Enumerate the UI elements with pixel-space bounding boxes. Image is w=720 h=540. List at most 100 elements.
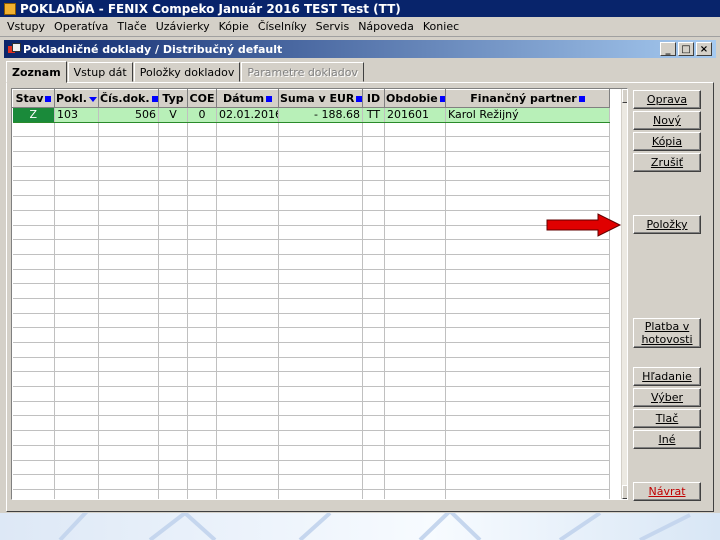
tlac-button[interactable]: Tlač: [633, 409, 701, 428]
empty-table-row[interactable]: [12, 313, 610, 329]
empty-cell-datum: [216, 415, 279, 432]
cell-suma: - 188.68: [278, 107, 363, 123]
empty-table-row[interactable]: [12, 122, 610, 138]
zrusit-button[interactable]: Zrušiť: [633, 153, 701, 172]
empty-table-row[interactable]: [12, 430, 610, 446]
tab-vstup-dat[interactable]: Vstup dát: [67, 62, 133, 82]
navrat-button[interactable]: Návrat: [633, 482, 701, 501]
empty-table-row[interactable]: [12, 136, 610, 153]
tab-polozky-dokladov[interactable]: Položky dokladov: [133, 62, 241, 82]
empty-cell-suma: [278, 136, 363, 153]
empty-table-row[interactable]: [12, 283, 610, 299]
menu-koniec[interactable]: Koniec: [420, 20, 465, 33]
column-header-financny-partner[interactable]: Finančný partner: [445, 89, 610, 108]
menu-tlace[interactable]: Tlače: [114, 20, 152, 33]
empty-cell-coe: [187, 254, 217, 270]
empty-table-row[interactable]: [12, 254, 610, 270]
close-button[interactable]: ×: [696, 42, 712, 56]
empty-table-row[interactable]: [12, 298, 610, 314]
empty-cell-cis-dok: [98, 151, 159, 167]
oprava-button[interactable]: Oprava: [633, 90, 701, 109]
menu-ciselniky[interactable]: Číselníky: [255, 20, 313, 33]
table-row[interactable]: Z 103 506 V 0 02.01.2016 - 188.68 TT 201…: [12, 107, 610, 123]
empty-table-row[interactable]: [12, 342, 610, 358]
polozky-button[interactable]: Položky: [633, 215, 701, 234]
column-header-datum[interactable]: Dátum: [216, 89, 279, 108]
empty-table-row[interactable]: [12, 225, 610, 241]
tab-zoznam[interactable]: Zoznam: [6, 61, 67, 83]
empty-table-row[interactable]: [12, 474, 610, 490]
empty-table-row[interactable]: [12, 445, 610, 461]
empty-table-row[interactable]: [12, 386, 610, 402]
empty-table-row[interactable]: [12, 180, 610, 197]
empty-cell-datum: [216, 430, 279, 446]
menu-kopie[interactable]: Kópie: [216, 20, 255, 33]
empty-table-row[interactable]: [12, 269, 610, 285]
empty-cell-coe: [187, 415, 217, 432]
empty-cell-cis-dok: [98, 474, 159, 490]
empty-cell-typ: [158, 195, 188, 211]
empty-cell-id: [362, 122, 385, 138]
column-header-typ[interactable]: Typ: [158, 89, 188, 108]
empty-table-row[interactable]: [12, 327, 610, 343]
empty-cell-coe: [187, 430, 217, 446]
menu-servis[interactable]: Servis: [313, 20, 356, 33]
column-header-obdobie[interactable]: Obdobie: [384, 89, 446, 108]
empty-table-row[interactable]: [12, 371, 610, 388]
empty-cell-datum: [216, 357, 279, 373]
menu-operativa[interactable]: Operatíva: [51, 20, 114, 33]
empty-table-row[interactable]: [12, 357, 610, 373]
empty-cell-suma: [278, 180, 363, 197]
empty-cell-pokl: [54, 298, 99, 314]
column-header-stav[interactable]: Stav: [12, 89, 55, 108]
menu-napoveda[interactable]: Nápoveda: [355, 20, 420, 33]
empty-cell-pokl: [54, 313, 99, 329]
empty-cell-obdobie: [384, 122, 446, 138]
empty-table-row[interactable]: [12, 460, 610, 476]
restore-button[interactable]: □: [678, 42, 694, 56]
empty-table-row[interactable]: [12, 195, 610, 211]
empty-table-row[interactable]: [12, 239, 610, 255]
vyber-button[interactable]: Výber: [633, 388, 701, 407]
vertical-scrollbar[interactable]: ▲ ▼: [621, 89, 627, 499]
minimize-button[interactable]: _: [660, 42, 676, 56]
empty-cell-pokl: [54, 327, 99, 343]
hladanie-button[interactable]: Hľadanie: [633, 367, 701, 386]
ine-button[interactable]: Iné: [633, 430, 701, 449]
empty-cell-obdobie: [384, 210, 446, 226]
scroll-up-icon[interactable]: ▲: [622, 89, 627, 103]
column-header-suma[interactable]: Suma v EUR: [278, 89, 363, 108]
column-header-coe[interactable]: COE: [187, 89, 217, 108]
empty-cell-financny-partner: [445, 474, 610, 490]
empty-table-row[interactable]: [12, 151, 610, 167]
platba-v-hotovosti-button[interactable]: Platba v hotovosti: [633, 318, 701, 348]
menu-vstupy[interactable]: Vstupy: [4, 20, 51, 33]
empty-cell-datum: [216, 298, 279, 314]
empty-table-row[interactable]: [12, 415, 610, 432]
empty-cell-typ: [158, 210, 188, 226]
empty-cell-id: [362, 254, 385, 270]
column-header-cis-dok[interactable]: Čís.dok.: [98, 89, 159, 108]
column-header-pokl[interactable]: Pokl.: [54, 89, 99, 108]
novy-button[interactable]: Nový: [633, 111, 701, 130]
window-controls: _ □ ×: [660, 42, 712, 56]
scroll-down-icon[interactable]: ▼: [622, 485, 627, 499]
menu-uzavierky[interactable]: Uzávierky: [153, 20, 216, 33]
documents-grid[interactable]: Stav Pokl. Čís.dok. Typ COE Dátum Suma v…: [11, 88, 628, 500]
empty-cell-financny-partner: [445, 298, 610, 314]
empty-table-row[interactable]: [12, 210, 610, 226]
empty-cell-pokl: [54, 283, 99, 299]
empty-cell-obdobie: [384, 415, 446, 432]
empty-cell-pokl: [54, 445, 99, 461]
kopia-button[interactable]: Kópia: [633, 132, 701, 151]
empty-table-row[interactable]: [12, 401, 610, 417]
cell-coe: 0: [187, 107, 217, 123]
cell-id: TT: [362, 107, 385, 123]
empty-cell-obdobie: [384, 445, 446, 461]
empty-cell-suma: [278, 254, 363, 270]
empty-cell-typ: [158, 430, 188, 446]
empty-table-row[interactable]: [12, 166, 610, 182]
empty-table-row[interactable]: [12, 489, 610, 499]
column-header-id[interactable]: ID: [362, 89, 385, 108]
empty-cell-stav: [12, 122, 55, 138]
